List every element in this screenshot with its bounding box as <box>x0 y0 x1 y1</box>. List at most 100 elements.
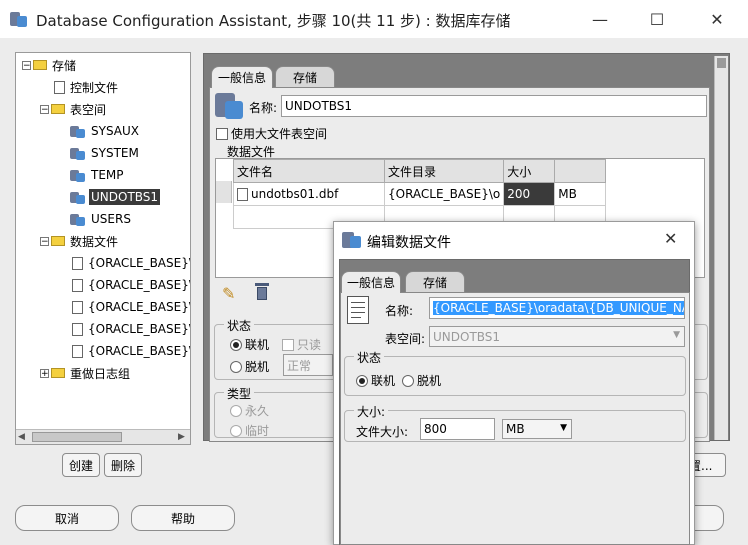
close-button[interactable]: ✕ <box>694 0 740 38</box>
tab-general[interactable]: 一般信息 <box>211 66 273 88</box>
tree-node-storage[interactable]: − 存储 <box>22 55 78 75</box>
radio-icon[interactable] <box>230 360 242 373</box>
col-header-directory[interactable]: 文件目录 <box>383 159 505 183</box>
name-input[interactable]: UNDOTBS1 <box>281 95 707 117</box>
trash-icon[interactable] <box>255 283 269 301</box>
collapse-icon[interactable]: − <box>40 236 49 246</box>
edit-pencil-icon[interactable]: ✎ <box>222 284 235 303</box>
bigfile-checkbox[interactable]: 使用大文件表空间 <box>216 125 327 142</box>
document-icon <box>237 188 248 201</box>
tab-storage[interactable]: 存储 <box>275 66 335 88</box>
tree-node-tablespaces[interactable]: − 表空间 <box>40 99 108 119</box>
checkbox-icon[interactable] <box>282 338 294 351</box>
tree-node-undotbs1[interactable]: UNDOTBS1 <box>70 187 161 207</box>
tree-node-temp[interactable]: TEMP <box>70 165 126 185</box>
filesize-input[interactable]: 800 <box>420 418 495 440</box>
cell-directory[interactable]: {ORACLE_BASE}\o <box>383 182 505 206</box>
tree-node-datafile[interactable]: {ORACLE_BASE}\o <box>72 319 190 339</box>
dialog-tablespace-select[interactable]: UNDOTBS1 ▼ <box>429 326 685 347</box>
temporary-radio[interactable]: 临时 <box>230 422 269 439</box>
dialog-title: 编辑数据文件 <box>367 235 451 251</box>
type-group-label: 类型 <box>224 385 255 402</box>
datafile-icon <box>345 295 373 327</box>
dialog-online-radio[interactable]: 联机 <box>356 372 395 389</box>
collapse-icon[interactable]: − <box>22 60 31 70</box>
expand-icon[interactable]: + <box>40 368 49 378</box>
checkbox-icon[interactable] <box>216 127 228 140</box>
cell-size[interactable]: 200 <box>503 182 556 206</box>
dialog-close-button[interactable]: ✕ <box>664 229 677 248</box>
delete-button[interactable]: 删除 <box>104 453 142 477</box>
table-row[interactable]: undotbs01.dbf {ORACLE_BASE}\o 200 MB <box>233 182 607 206</box>
chevron-down-icon: ▼ <box>673 330 680 340</box>
tree-hscrollbar[interactable]: ◀ ▶ <box>16 429 190 444</box>
document-icon <box>72 256 83 270</box>
document-icon <box>72 344 83 358</box>
row-header[interactable] <box>216 181 232 203</box>
tablespace-icon <box>70 191 86 204</box>
offline-mode-select[interactable]: 正常 <box>283 354 333 376</box>
help-button[interactable]: 帮助 <box>131 505 235 531</box>
tree-node-users[interactable]: USERS <box>70 209 133 229</box>
cell-filename[interactable]: undotbs01.dbf <box>233 182 385 206</box>
dialog-name-input[interactable]: {ORACLE_BASE}\oradata\{DB_UNIQUE_NAM <box>429 297 685 319</box>
dialog-size-group-label: 大小: <box>354 403 389 420</box>
tree-node-datafile[interactable]: {ORACLE_BASE}\o <box>72 297 190 317</box>
document-icon <box>72 278 83 292</box>
radio-icon[interactable] <box>230 404 242 417</box>
dialog-tab-storage[interactable]: 存储 <box>405 271 465 293</box>
dialog-tab-general[interactable]: 一般信息 <box>341 271 401 293</box>
tree-node-system[interactable]: SYSTEM <box>70 143 141 163</box>
col-header-size[interactable]: 大小 <box>503 159 556 183</box>
scroll-left-icon[interactable]: ◀ <box>18 432 25 442</box>
tablespace-icon <box>70 147 86 160</box>
maximize-button[interactable]: ☐ <box>634 0 680 38</box>
col-header-unit[interactable] <box>554 159 607 183</box>
chevron-down-icon: ▼ <box>560 423 567 433</box>
window-title: Database Configuration Assistant, 步骤 10(… <box>36 12 511 30</box>
col-header-filename[interactable]: 文件名 <box>233 159 385 183</box>
tree-node-redologs[interactable]: + 重做日志组 <box>40 363 132 383</box>
create-button[interactable]: 创建 <box>62 453 100 477</box>
panel-vscrollbar[interactable] <box>714 56 728 440</box>
scroll-right-icon[interactable]: ▶ <box>178 432 185 442</box>
tree-node-datafile[interactable]: {ORACLE_BASE}\o <box>72 253 190 273</box>
minimize-button[interactable]: — <box>577 0 623 38</box>
name-label: 名称: <box>249 101 278 115</box>
folder-icon <box>51 368 65 378</box>
folder-icon <box>51 104 65 114</box>
radio-icon[interactable] <box>356 374 368 387</box>
filesize-unit-select[interactable]: MB ▼ <box>502 419 572 439</box>
collapse-icon[interactable]: − <box>40 104 49 114</box>
radio-icon[interactable] <box>230 424 242 437</box>
permanent-radio[interactable]: 永久 <box>230 402 269 419</box>
tree-node-datafiles[interactable]: − 数据文件 <box>40 231 120 251</box>
dialog-status-label: 状态 <box>354 349 385 366</box>
dialog-status-group <box>344 356 686 396</box>
radio-icon[interactable] <box>402 374 414 387</box>
title-bar: Database Configuration Assistant, 步骤 10(… <box>0 0 748 38</box>
tablespace-icon <box>70 169 86 182</box>
tablespace-icon <box>70 213 86 226</box>
tree-node-datafile[interactable]: {ORACLE_BASE}\o <box>72 341 190 361</box>
readonly-checkbox[interactable]: 只读 <box>282 336 321 353</box>
dialog-tablespace-label: 表空间: <box>385 332 426 346</box>
radio-icon[interactable] <box>230 338 242 351</box>
cell-unit[interactable]: MB <box>554 182 607 206</box>
document-icon <box>54 80 65 94</box>
tree-node-datafile[interactable]: {ORACLE_BASE}\o <box>72 275 190 295</box>
tablespace-icon <box>213 91 245 121</box>
tablespace-icon <box>70 125 86 138</box>
online-radio[interactable]: 联机 <box>230 336 269 353</box>
scroll-thumb[interactable] <box>32 432 122 442</box>
scroll-up-icon[interactable] <box>717 58 726 68</box>
document-icon <box>72 322 83 336</box>
tree-node-controlfile[interactable]: 控制文件 <box>54 77 120 97</box>
dialog-offline-radio[interactable]: 脱机 <box>402 372 441 389</box>
tree-node-sysaux[interactable]: SYSAUX <box>70 121 141 141</box>
offline-radio[interactable]: 脱机 <box>230 358 269 375</box>
dialog-app-icon <box>342 231 362 249</box>
cancel-button[interactable]: 取消 <box>15 505 119 531</box>
folder-icon <box>51 236 65 246</box>
dialog-name-label: 名称: <box>385 304 414 318</box>
